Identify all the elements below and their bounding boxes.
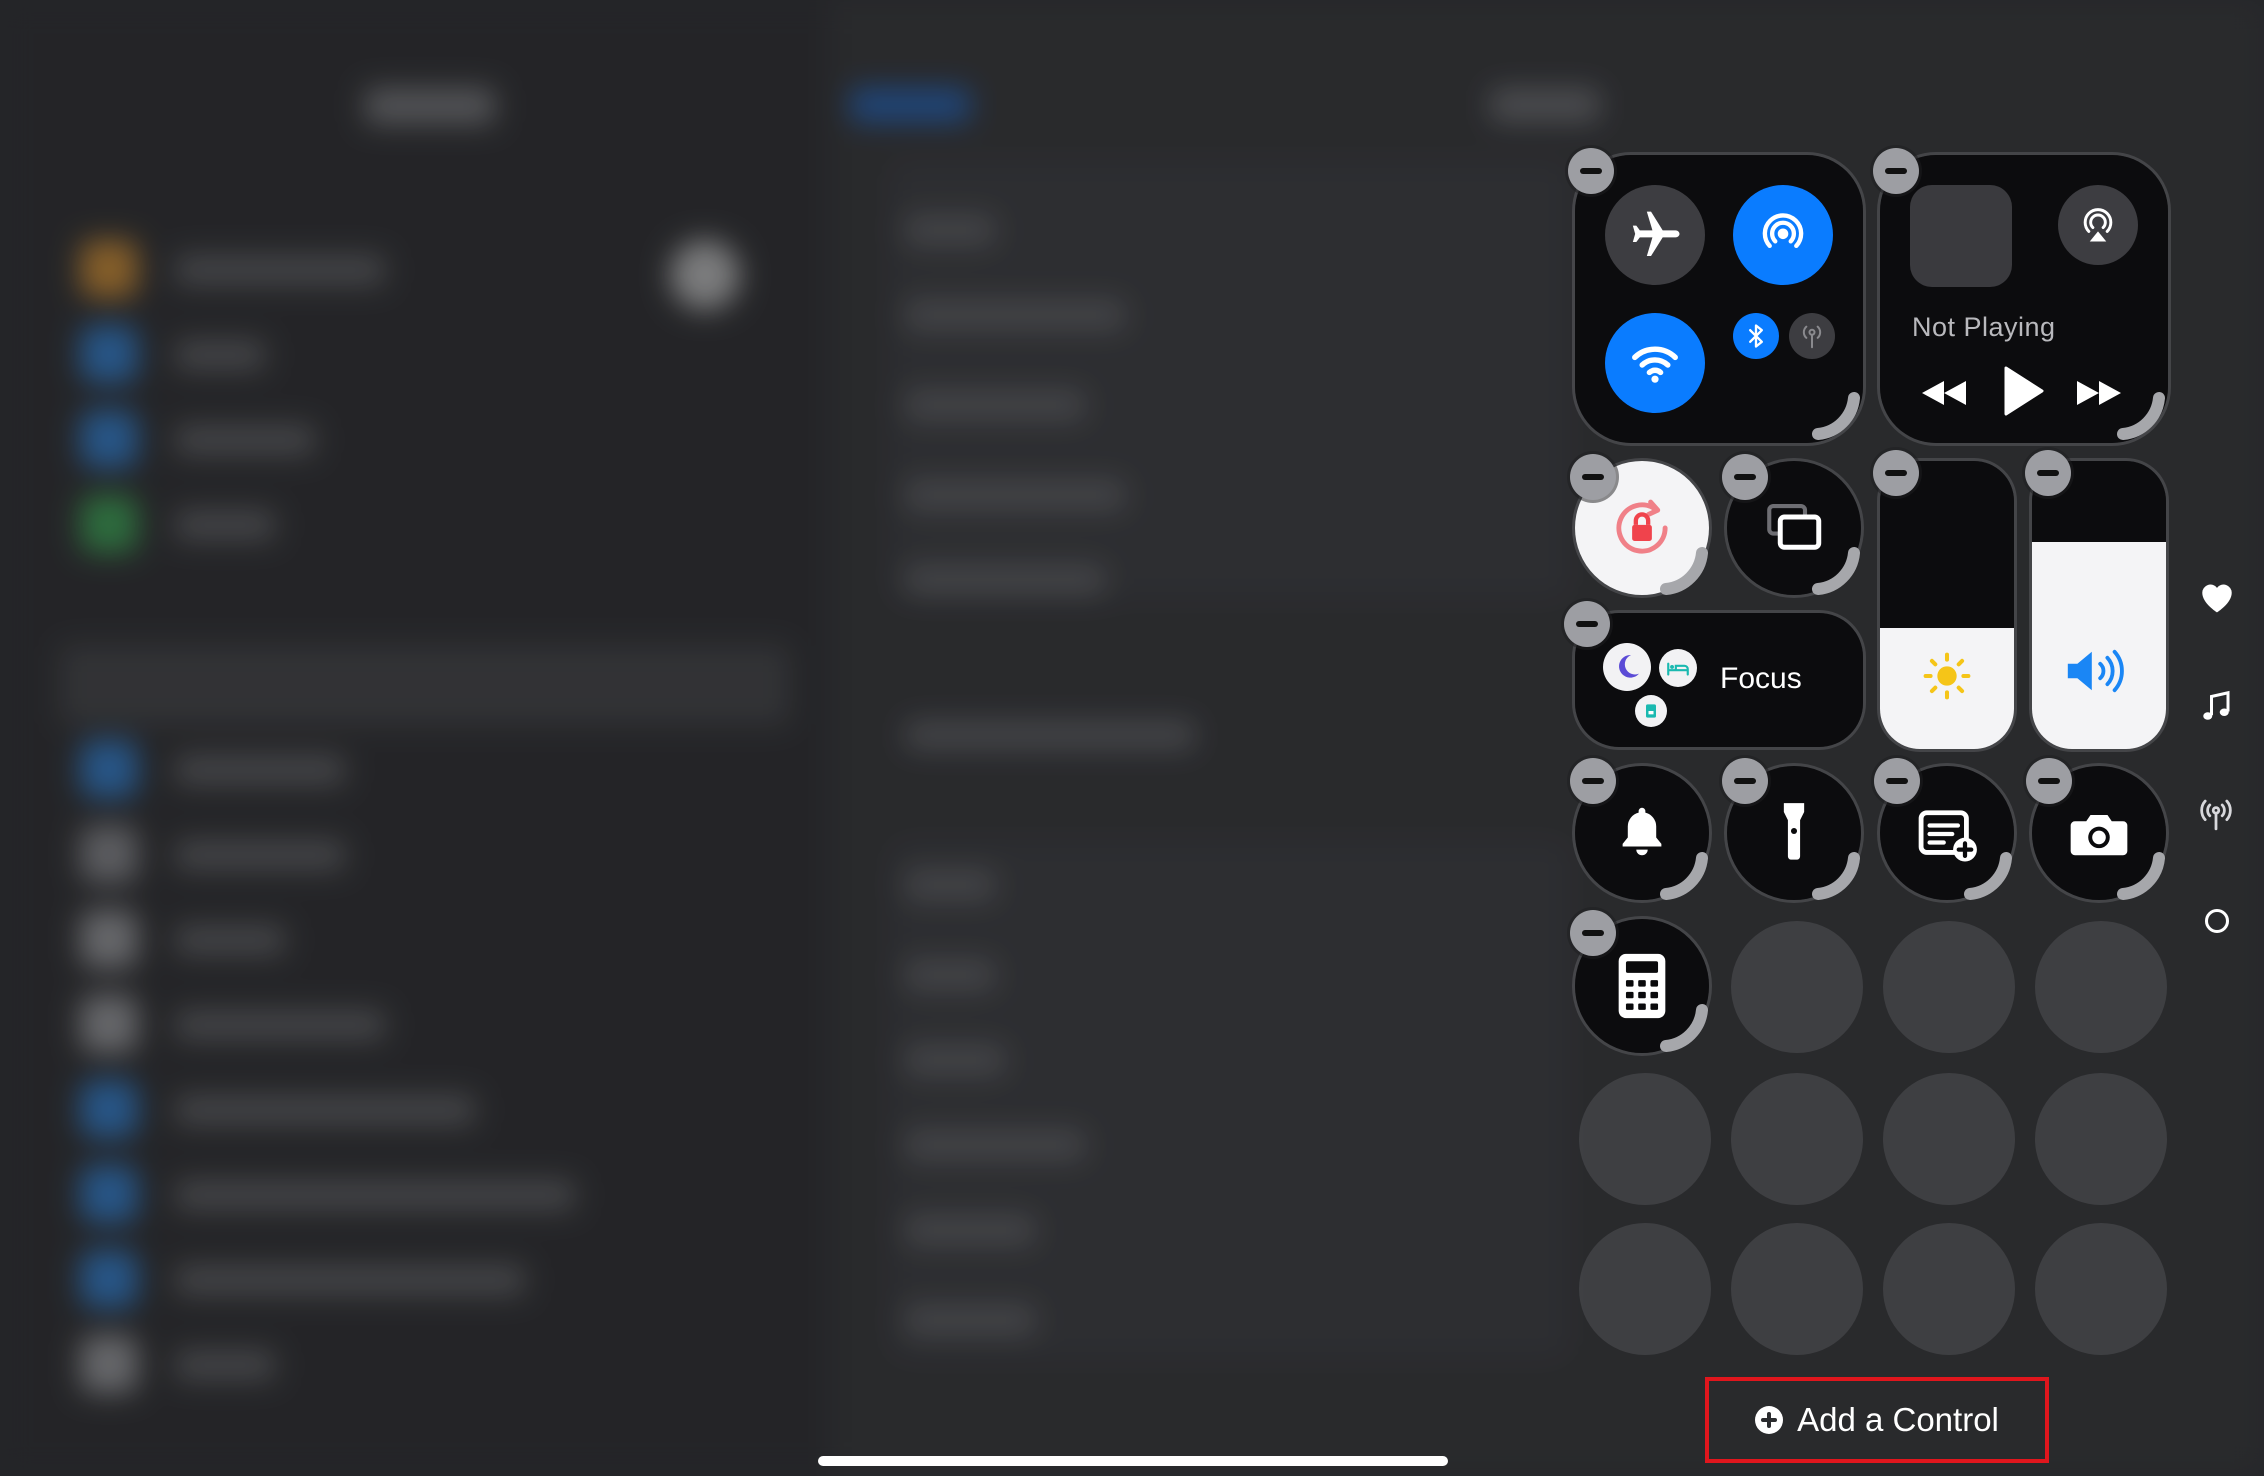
- empty-slot[interactable]: [2035, 1223, 2167, 1355]
- remove-orientation-lock-button[interactable]: [1570, 454, 1616, 500]
- rewind-icon: [1922, 381, 1966, 405]
- remove-camera-button[interactable]: [2026, 758, 2072, 804]
- home-indicator[interactable]: [818, 1456, 1448, 1466]
- moon-badge: [1603, 643, 1651, 691]
- remove-calculator-button[interactable]: [1570, 910, 1616, 956]
- resize-handle[interactable]: [1808, 388, 1868, 448]
- remove-screen-mirroring-button[interactable]: [1722, 454, 1768, 500]
- empty-slot[interactable]: [1883, 1223, 2015, 1355]
- resize-handle[interactable]: [1656, 848, 1716, 908]
- remove-connectivity-button[interactable]: [1568, 148, 1614, 194]
- rewind-button[interactable]: [1920, 373, 1968, 413]
- airplane-icon: [1632, 211, 1680, 256]
- empty-slot[interactable]: [1731, 921, 1863, 1053]
- empty-slot[interactable]: [1579, 1223, 1711, 1355]
- airdrop-button[interactable]: [1733, 185, 1833, 285]
- add-control-button[interactable]: Add a Control: [1705, 1377, 2049, 1463]
- now-playing-status: Not Playing: [1912, 312, 2056, 342]
- circle-icon[interactable]: [2203, 907, 2231, 935]
- resize-handle[interactable]: [1808, 848, 1868, 908]
- wifi-button[interactable]: [1605, 313, 1705, 413]
- resize-handle[interactable]: [1656, 543, 1716, 603]
- resize-handle[interactable]: [2113, 388, 2173, 448]
- brightness-icon: [1923, 652, 1971, 700]
- resize-handle[interactable]: [1960, 848, 2020, 908]
- brightness-slider[interactable]: [1880, 461, 2014, 749]
- airplay-button[interactable]: [2058, 185, 2138, 265]
- volume-slider[interactable]: [2032, 461, 2166, 749]
- remove-brightness-button[interactable]: [1873, 450, 1919, 496]
- heart-icon[interactable]: [2197, 578, 2237, 614]
- bed-icon: [1667, 662, 1689, 676]
- empty-slot[interactable]: [1883, 1073, 2015, 1205]
- bluetooth-button[interactable]: [1733, 313, 1779, 359]
- add-control-label: Add a Control: [1797, 1401, 1999, 1438]
- control-center: Not Playing Focus Add a Control: [0, 0, 2264, 1476]
- volume-icon: [2067, 649, 2124, 693]
- music-note-icon[interactable]: [2198, 688, 2234, 726]
- focus-label: Focus: [1720, 662, 1802, 695]
- focus-module[interactable]: Focus: [1575, 613, 1863, 747]
- badge-badge: [1635, 695, 1667, 727]
- empty-slot[interactable]: [1883, 921, 2015, 1053]
- airplay-icon: [2083, 208, 2113, 242]
- empty-slot[interactable]: [1579, 1073, 1711, 1205]
- airdrop-icon: [1762, 213, 1804, 249]
- remove-now-playing-button[interactable]: [1873, 148, 1919, 194]
- remove-focus-button[interactable]: [1564, 601, 1610, 647]
- resize-handle[interactable]: [2113, 848, 2173, 908]
- bed-badge: [1659, 649, 1697, 687]
- play-icon: [2004, 366, 2044, 416]
- empty-slot[interactable]: [2035, 1073, 2167, 1205]
- empty-slot[interactable]: [1731, 1073, 1863, 1205]
- cellular-icon: [1802, 325, 1822, 349]
- remove-quick-note-button[interactable]: [1874, 758, 1920, 804]
- play-button[interactable]: [2002, 365, 2044, 417]
- resize-handle[interactable]: [1808, 543, 1868, 603]
- empty-slot[interactable]: [2035, 921, 2167, 1053]
- airplane-mode-button[interactable]: [1605, 185, 1705, 285]
- bluetooth-icon: [1749, 324, 1763, 348]
- remove-flashlight-button[interactable]: [1722, 758, 1768, 804]
- resize-handle[interactable]: [1656, 1000, 1716, 1060]
- antenna-icon[interactable]: [2197, 798, 2235, 832]
- remove-silent-mode-button[interactable]: [1570, 758, 1616, 804]
- empty-slot[interactable]: [1731, 1223, 1863, 1355]
- cellular-button[interactable]: [1789, 313, 1835, 359]
- wifi-icon: [1632, 346, 1678, 383]
- badge-icon: [1646, 704, 1656, 718]
- album-art: [1910, 185, 2012, 287]
- remove-volume-button[interactable]: [2025, 450, 2071, 496]
- moon-icon: [1619, 654, 1639, 678]
- plus-circle-icon: [1755, 1406, 1784, 1434]
